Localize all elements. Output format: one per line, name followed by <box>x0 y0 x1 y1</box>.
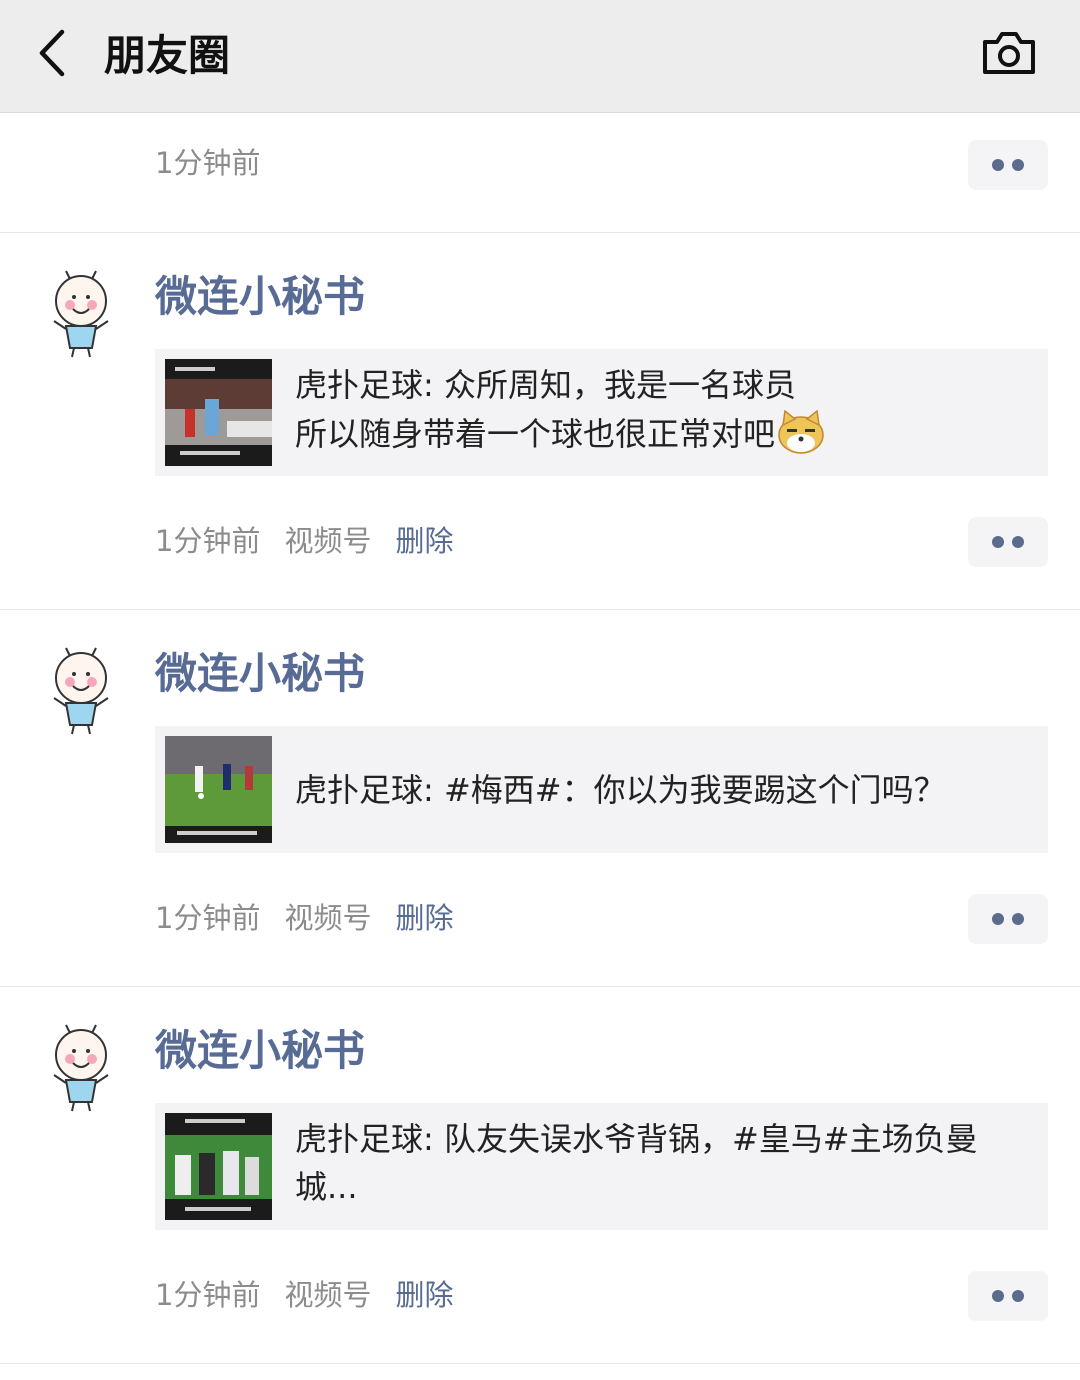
video-card[interactable]: 虎扑足球: #梅西#：你以为我要踢这个门吗？ <box>155 726 1048 853</box>
feed-post: 微连小秘书 虎扑足球: 众所周知，我是一名球员 所以随身带着一个球也很正常对吧 … <box>0 233 1080 610</box>
more-actions-button[interactable] <box>968 894 1048 944</box>
post-text: 虎扑足球: 队友失误水爷背锅，#皇马#主场负曼城... <box>295 1120 978 1206</box>
channel-label: 视频号 <box>284 901 372 935</box>
channel-label: 视频号 <box>284 524 372 558</box>
post-text: 虎扑足球: 众所周知，我是一名球员 所以随身带着一个球也很正常对吧 <box>295 361 1040 458</box>
author-name[interactable]: 微连小秘书 <box>155 646 365 702</box>
more-actions-button[interactable] <box>968 1271 1048 1321</box>
delete-link[interactable]: 删除 <box>395 1275 453 1315</box>
avatar[interactable] <box>48 1023 114 1113</box>
back-button[interactable] <box>30 26 80 82</box>
video-thumbnail <box>165 1113 272 1220</box>
author-name[interactable]: 微连小秘书 <box>155 269 365 325</box>
post-text-line: 虎扑足球: 众所周知，我是一名球员 所以随身带着一个球也很正常对吧 <box>295 366 796 453</box>
avatar[interactable] <box>48 646 114 736</box>
camera-button[interactable] <box>980 28 1038 78</box>
post-time: 1分钟前 <box>155 146 261 180</box>
channel-label: 视频号 <box>284 1278 372 1312</box>
dot-icon <box>1012 536 1024 548</box>
post-meta: 1分钟前 视频号 删除 <box>155 521 453 561</box>
page-title: 朋友圈 <box>104 31 231 80</box>
dot-icon <box>1012 1290 1024 1302</box>
dot-icon <box>992 913 1004 925</box>
avatar[interactable] <box>48 269 114 359</box>
dot-icon <box>1012 913 1024 925</box>
more-actions-button[interactable] <box>968 140 1048 190</box>
dot-icon <box>992 536 1004 548</box>
video-card[interactable]: 虎扑足球: 队友失误水爷背锅，#皇马#主场负曼城... <box>155 1103 1048 1230</box>
post-time: 1分钟前 <box>155 1278 261 1312</box>
feed-post: 微连小秘书 虎扑足球: 队友失误水爷背锅，#皇马#主场负曼城... 1分钟前 视频… <box>0 987 1080 1364</box>
post-time: 1分钟前 <box>155 901 261 935</box>
dot-icon <box>992 1290 1004 1302</box>
post-time: 1分钟前 <box>155 524 261 558</box>
nav-bar: 朋友圈 <box>0 0 1080 113</box>
post-meta: 1分钟前 视频号 删除 <box>155 898 453 938</box>
camera-icon <box>983 32 1035 74</box>
video-thumbnail <box>165 359 272 466</box>
post-text: 虎扑足球: #梅西#：你以为我要踢这个门吗？ <box>295 771 946 809</box>
author-name[interactable]: 微连小秘书 <box>155 1023 365 1079</box>
feed-post: 微连小秘书 虎扑足球: #梅西#：你以为我要踢这个门吗？ 1分钟前 视频号 删除 <box>0 610 1080 987</box>
dot-icon <box>992 159 1004 171</box>
doge-emoji-icon <box>778 409 824 454</box>
dot-icon <box>1012 159 1024 171</box>
video-thumbnail <box>165 736 272 843</box>
delete-link[interactable]: 删除 <box>395 521 453 561</box>
more-actions-button[interactable] <box>968 517 1048 567</box>
video-card[interactable]: 虎扑足球: 众所周知，我是一名球员 所以随身带着一个球也很正常对吧 <box>155 349 1048 476</box>
delete-link[interactable]: 删除 <box>395 898 453 938</box>
post-meta: 1分钟前 视频号 删除 <box>155 1275 453 1315</box>
feed-item-partial: 1分钟前 <box>0 113 1080 233</box>
chevron-left-icon <box>39 29 65 77</box>
